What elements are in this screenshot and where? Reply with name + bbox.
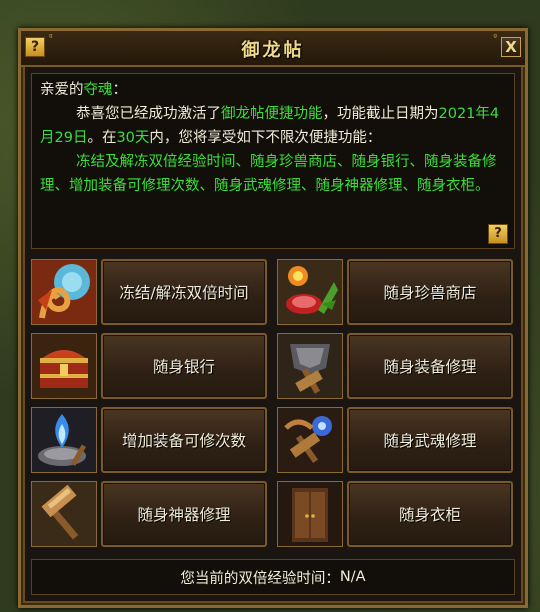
feature-name: 御龙帖便捷功能 bbox=[221, 106, 323, 122]
armor-hammer-icon[interactable] bbox=[277, 333, 343, 399]
close-button[interactable]: X bbox=[501, 37, 521, 57]
feature-cell: 随身武魂修理 bbox=[277, 407, 515, 475]
feature-cell: 冻结/解冻双倍时间 bbox=[31, 259, 269, 327]
corner-ornament-icon: ᵍ bbox=[493, 33, 497, 43]
blue-flame-anvil-icon[interactable] bbox=[31, 407, 97, 473]
bank-button[interactable]: 随身银行 bbox=[101, 333, 267, 399]
activation-text-4: 内，您将享受如下不限次便捷功能： bbox=[149, 130, 382, 146]
feature-row: 增加装备可修次数 随身武魂修理 bbox=[31, 407, 515, 475]
player-name: 夺魂 bbox=[83, 82, 113, 98]
info-help-button[interactable]: ? bbox=[488, 224, 508, 244]
freeze-double-exp-button[interactable]: 冻结/解冻双倍时间 bbox=[101, 259, 267, 325]
feature-cell: 随身装备修理 bbox=[277, 333, 515, 401]
increase-repair-count-button[interactable]: 增加装备可修次数 bbox=[101, 407, 267, 473]
activation-paragraph: 恭喜您已经成功激活了御龙帖便捷功能，功能截止日期为2021年4月29日。在30天… bbox=[40, 102, 506, 150]
feature-row: 冻结/解冻双倍时间 随身珍兽商店 bbox=[31, 259, 515, 327]
message-box: 亲爱的夺魂： 恭喜您已经成功激活了御龙帖便捷功能，功能截止日期为2021年4月2… bbox=[31, 73, 515, 249]
double-exp-status: 您当前的双倍经验时间： N/A bbox=[31, 559, 515, 595]
feature-cell: 随身银行 bbox=[31, 333, 269, 401]
game-scene: ? ᵍ 御龙帖 ᵍ X 亲爱的夺魂： 恭喜您已经成功激活了御龙帖便捷功能，功能截… bbox=[0, 0, 540, 612]
wardrobe-icon[interactable] bbox=[277, 481, 343, 547]
feature-cell: 随身衣柜 bbox=[277, 481, 515, 549]
features-list-text: 冻结及解冻双倍经验时间、随身珍兽商店、随身银行、随身装备修理、增加装备可修理次数… bbox=[40, 154, 497, 194]
pet-shop-icon[interactable] bbox=[277, 259, 343, 325]
treasure-chest-icon[interactable] bbox=[31, 333, 97, 399]
wardrobe-button[interactable]: 随身衣柜 bbox=[347, 481, 513, 547]
greeting-line: 亲爱的夺魂： bbox=[40, 78, 506, 102]
hammer-icon[interactable] bbox=[31, 481, 97, 547]
weapon-soul-repair-button[interactable]: 随身武魂修理 bbox=[347, 407, 513, 473]
freeze-double-exp-icon[interactable] bbox=[31, 259, 97, 325]
equipment-repair-button[interactable]: 随身装备修理 bbox=[347, 333, 513, 399]
activation-text-1: 恭喜您已经成功激活了 bbox=[76, 106, 221, 122]
status-value: N/A bbox=[339, 569, 366, 585]
status-label: 您当前的双倍经验时间： bbox=[180, 570, 340, 587]
feature-row: 随身神器修理 随身衣柜 bbox=[31, 481, 515, 549]
window-title: 御龙帖 bbox=[241, 40, 305, 61]
feature-row: 随身银行 随身装备修理 bbox=[31, 333, 515, 401]
activation-text-2: ，功能截止日期为 bbox=[322, 106, 439, 122]
greeting-colon: ： bbox=[112, 82, 128, 98]
greeting-text: 亲爱的 bbox=[40, 82, 84, 98]
artifact-repair-button[interactable]: 随身神器修理 bbox=[101, 481, 267, 547]
yulong-tie-window: ? ᵍ 御龙帖 ᵍ X 亲爱的夺魂： 恭喜您已经成功激活了御龙帖便捷功能，功能截… bbox=[18, 28, 528, 608]
duration-days: 30天 bbox=[116, 130, 150, 146]
feature-cell: 增加装备可修次数 bbox=[31, 407, 269, 475]
feature-cell: 随身珍兽商店 bbox=[277, 259, 515, 327]
pet-shop-button[interactable]: 随身珍兽商店 bbox=[347, 259, 513, 325]
orb-hammer-icon[interactable] bbox=[277, 407, 343, 473]
feature-cell: 随身神器修理 bbox=[31, 481, 269, 549]
activation-text-3: 。在 bbox=[87, 130, 117, 146]
title-bar: ? ᵍ 御龙帖 ᵍ X bbox=[21, 31, 525, 67]
